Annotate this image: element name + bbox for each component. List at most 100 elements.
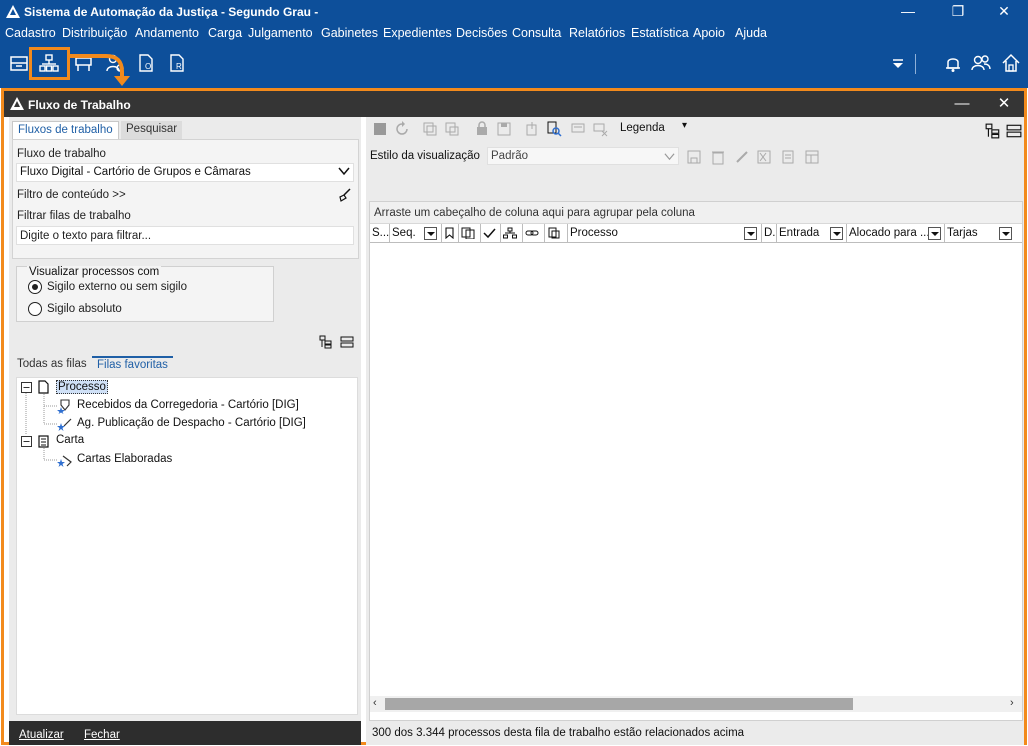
update-button[interactable]: Atualizar: [19, 729, 64, 741]
tab-pesquisar[interactable]: Pesquisar: [121, 121, 183, 139]
copy-icon[interactable]: [422, 121, 438, 137]
save-style-icon[interactable]: [686, 149, 702, 165]
menu-apoio[interactable]: Apoio: [693, 26, 725, 40]
workflow-select[interactable]: Fluxo Digital - Cartório de Grupos e Câm…: [16, 163, 354, 182]
scroll-right-icon[interactable]: ›: [1010, 697, 1014, 709]
column-attachments[interactable]: [545, 224, 568, 242]
workflow-minimize-button[interactable]: —: [942, 93, 982, 115]
column-entrada-filter[interactable]: [830, 227, 843, 240]
horizontal-scrollbar[interactable]: ‹ ›: [370, 696, 1022, 712]
layout-icon[interactable]: [804, 149, 820, 165]
tree-item-recebidos[interactable]: Recebidos da Corregedoria - Cartório [DI…: [77, 399, 299, 411]
workflow-close-button[interactable]: ✕: [984, 93, 1024, 115]
collapse-icon[interactable]: [21, 436, 32, 447]
column-processo-filter[interactable]: [744, 227, 757, 240]
column-check[interactable]: [481, 224, 501, 242]
menu-andamento[interactable]: Andamento: [135, 26, 199, 40]
workflow-title-bar: Fluxo de Trabalho — ✕: [4, 91, 1024, 117]
refresh-icon[interactable]: [394, 121, 410, 137]
column-s[interactable]: S...: [370, 224, 390, 242]
bookmark-icon[interactable]: [372, 121, 388, 137]
document-o-icon[interactable]: O: [135, 52, 157, 74]
lock-doc-icon[interactable]: [474, 121, 490, 137]
scroll-thumb[interactable]: [385, 698, 853, 710]
tab-fluxos-de-trabalho[interactable]: Fluxos de trabalho: [12, 121, 119, 139]
bell-icon[interactable]: [942, 52, 964, 74]
column-alocado[interactable]: Alocado para ...: [847, 224, 945, 242]
menu-estatistica[interactable]: Estatística: [631, 26, 689, 40]
column-entrada[interactable]: Entrada: [777, 224, 847, 242]
column-tarjas-filter[interactable]: [999, 227, 1012, 240]
menu-relatorios[interactable]: Relatórios: [569, 26, 625, 40]
menu-expedientes[interactable]: Expedientes: [383, 26, 452, 40]
tree-item-ag-publicacao[interactable]: Ag. Publicação de Despacho - Cartório [D…: [77, 417, 306, 429]
highlight-box: [29, 47, 70, 80]
menu-carga[interactable]: Carga: [208, 26, 242, 40]
document-r-icon[interactable]: R: [166, 52, 188, 74]
group-by-area[interactable]: Arraste um cabeçalho de coluna aqui para…: [370, 202, 1022, 224]
menu-decisoes[interactable]: Decisões: [456, 26, 507, 40]
tree-expand-icon[interactable]: [319, 335, 333, 349]
dropdown-icon[interactable]: [887, 52, 909, 74]
maximize-button[interactable]: ❐: [935, 0, 981, 23]
tree-item-cartas-elaboradas[interactable]: Cartas Elaboradas: [77, 453, 172, 465]
inbox-icon[interactable]: [8, 52, 30, 74]
tree-collapse-icon[interactable]: [340, 335, 354, 349]
excel-icon[interactable]: [756, 149, 772, 165]
collapse-icon[interactable]: [21, 382, 32, 393]
legend-label[interactable]: Legenda: [620, 122, 665, 134]
column-d[interactable]: D.: [762, 224, 777, 242]
column-link[interactable]: [523, 224, 545, 242]
main-toolbar: O R: [0, 46, 1028, 84]
close-panel-button[interactable]: Fechar: [84, 729, 120, 741]
check-icon: [483, 228, 496, 239]
copy-icon: [461, 227, 475, 240]
tree-node-processo[interactable]: Processo: [56, 380, 108, 394]
column-processo[interactable]: Processo: [568, 224, 762, 242]
svg-text:O: O: [145, 62, 151, 71]
home-icon[interactable]: [1000, 52, 1022, 74]
delete-style-icon[interactable]: [710, 149, 726, 165]
column-seq-filter[interactable]: [424, 227, 437, 240]
tree-node-carta[interactable]: Carta: [56, 434, 84, 446]
column-bookmark[interactable]: [442, 224, 459, 242]
find-doc-icon[interactable]: [546, 121, 562, 137]
menu-distribuicao[interactable]: Distribuição: [62, 26, 127, 40]
edit-style-icon[interactable]: [734, 149, 750, 165]
filter-queues-input[interactable]: Digite o texto para filtrar...: [16, 226, 354, 245]
minimize-button[interactable]: —: [885, 0, 931, 23]
duplicate-icon[interactable]: [444, 121, 460, 137]
menu-julgamento[interactable]: Julgamento: [248, 26, 313, 40]
column-tarjas[interactable]: Tarjas: [945, 224, 1015, 242]
list-doc-icon[interactable]: [780, 149, 796, 165]
radio-sigilo-absoluto[interactable]: [28, 302, 42, 316]
legend-dropdown-icon[interactable]: ▾: [682, 120, 687, 131]
grid-expand-icon[interactable]: [985, 123, 1001, 139]
view-style-select[interactable]: Padrão: [487, 147, 679, 165]
menu-cadastro[interactable]: Cadastro: [5, 26, 56, 40]
menu-consulta[interactable]: Consulta: [512, 26, 561, 40]
menu-gabinetes[interactable]: Gabinetes: [321, 26, 378, 40]
export-icon[interactable]: [524, 121, 540, 137]
content-filter-toggle[interactable]: Filtro de conteúdo >>: [17, 189, 126, 201]
tab-todas-as-filas[interactable]: Todas as filas: [12, 356, 92, 374]
close-button[interactable]: ✕: [981, 0, 1027, 23]
scroll-left-icon[interactable]: ‹: [373, 697, 377, 709]
bookmark-icon: [445, 227, 454, 240]
column-org[interactable]: [501, 224, 523, 242]
comment-delete-icon[interactable]: [592, 121, 608, 137]
column-alocado-filter[interactable]: [928, 227, 941, 240]
comment-icon[interactable]: [570, 121, 586, 137]
grid-collapse-icon[interactable]: [1006, 123, 1022, 139]
users-icon[interactable]: [970, 52, 992, 74]
save-doc-icon[interactable]: [496, 121, 512, 137]
workflow-select-value: Fluxo Digital - Cartório de Grupos e Câm…: [20, 166, 251, 178]
radio-sigilo-externo[interactable]: [28, 280, 42, 294]
column-seq[interactable]: Seq.: [390, 224, 442, 242]
column-tarjas-label: Tarjas: [947, 227, 978, 239]
column-docs[interactable]: [459, 224, 481, 242]
menu-ajuda[interactable]: Ajuda: [735, 26, 767, 40]
workflow-label: Fluxo de trabalho: [17, 148, 106, 160]
brush-icon[interactable]: [338, 188, 352, 202]
tab-filas-favoritas[interactable]: Filas favoritas: [92, 356, 173, 374]
